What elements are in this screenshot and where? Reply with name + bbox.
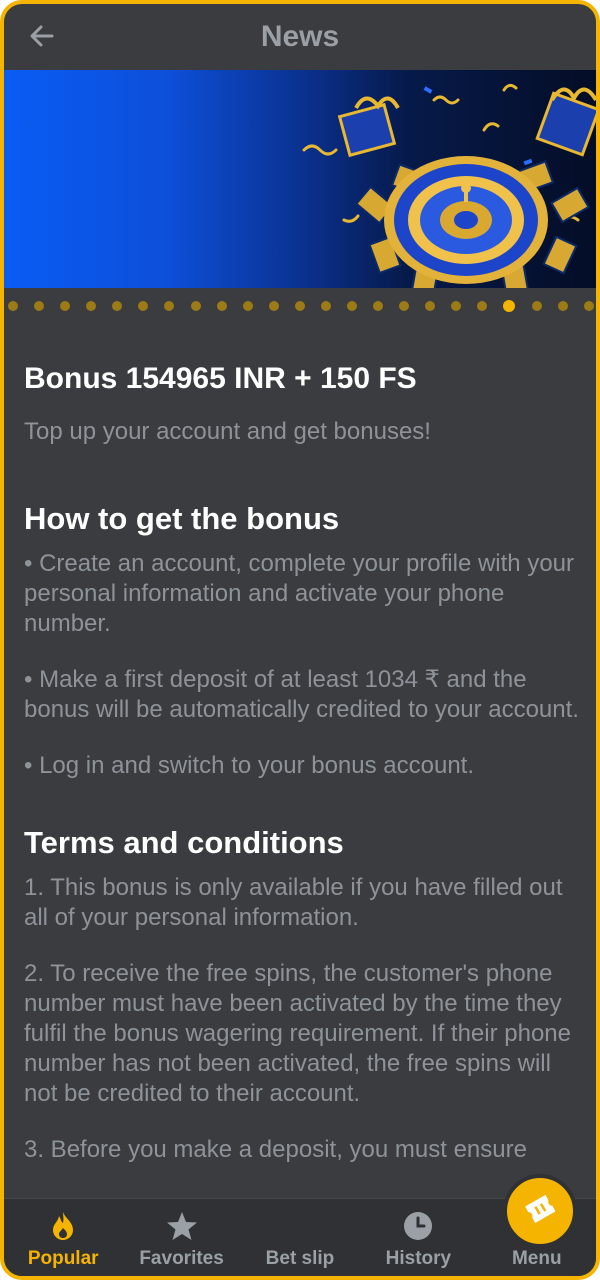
flame-icon bbox=[53, 1212, 74, 1240]
roulette-illustration bbox=[302, 83, 596, 288]
carousel-indicator[interactable] bbox=[4, 296, 596, 316]
ticket-icon bbox=[525, 1194, 556, 1224]
carousel-dot[interactable] bbox=[164, 301, 175, 311]
nav-popular[interactable]: Popular bbox=[4, 1210, 122, 1270]
article: Bonus 154965 INR + 150 FS Top up your ac… bbox=[24, 360, 579, 1165]
article-subtitle: Top up your account and get bonuses! bbox=[24, 417, 431, 445]
terms-item: 3. Before you make a deposit, you must e… bbox=[24, 1136, 527, 1164]
carousel-dot[interactable] bbox=[425, 301, 436, 311]
arrow-left-icon bbox=[30, 25, 54, 47]
nav-label: Bet slip bbox=[265, 1248, 335, 1269]
carousel-dot[interactable] bbox=[477, 301, 488, 311]
carousel-dot[interactable] bbox=[190, 301, 201, 311]
back-button[interactable] bbox=[22, 16, 62, 56]
carousel-dot[interactable] bbox=[503, 300, 516, 312]
nav-label: Menu bbox=[511, 1248, 562, 1269]
star-icon bbox=[166, 1212, 197, 1240]
nav-label: Favorites bbox=[139, 1248, 224, 1269]
clock-icon bbox=[404, 1212, 433, 1240]
carousel-dot[interactable] bbox=[347, 301, 358, 311]
bet-slip-button[interactable] bbox=[502, 1174, 577, 1248]
carousel-dot[interactable] bbox=[583, 301, 594, 311]
how-to-step: • Log in and switch to your bonus accoun… bbox=[24, 751, 475, 779]
article-title: Bonus 154965 INR + 150 FS bbox=[24, 362, 417, 395]
carousel-dot[interactable] bbox=[320, 301, 331, 311]
carousel-dot[interactable] bbox=[451, 301, 462, 311]
nav-history[interactable]: History bbox=[359, 1210, 477, 1270]
carousel-dot[interactable] bbox=[138, 301, 149, 311]
how-to-step: • Create an account, complete your profi… bbox=[24, 549, 575, 637]
carousel-dot[interactable] bbox=[294, 301, 305, 311]
nav-label: History bbox=[385, 1248, 452, 1269]
carousel-dot[interactable] bbox=[557, 301, 568, 311]
nav-favorites[interactable]: Favorites bbox=[123, 1210, 241, 1270]
carousel-dot[interactable] bbox=[373, 301, 384, 311]
nav-bet-slip[interactable]: Bet slip bbox=[241, 1174, 577, 1270]
carousel-dot[interactable] bbox=[242, 301, 253, 311]
bottom-nav: Popular Favorites Bet slip History Menu bbox=[4, 1174, 596, 1276]
nav-label: Popular bbox=[27, 1248, 99, 1269]
section-heading-how-to: How to get the bonus bbox=[24, 500, 340, 536]
carousel-dot[interactable] bbox=[34, 301, 45, 311]
carousel-dot[interactable] bbox=[268, 301, 279, 311]
app-frame: News Bonus 154965 INR + 150 FS Top up yo… bbox=[0, 0, 600, 1280]
carousel-dot[interactable] bbox=[216, 301, 227, 311]
terms-item: 2. To receive the free spins, the custom… bbox=[24, 960, 571, 1108]
header: News bbox=[4, 4, 596, 70]
carousel-dot[interactable] bbox=[531, 301, 542, 311]
carousel-dot[interactable] bbox=[112, 301, 123, 311]
section-heading-terms: Terms and conditions bbox=[24, 824, 344, 860]
carousel-dot[interactable] bbox=[60, 301, 71, 311]
terms-item: 1. This bonus is only available if you h… bbox=[24, 874, 563, 932]
promo-banner[interactable] bbox=[4, 70, 596, 288]
carousel-dot[interactable] bbox=[8, 301, 18, 311]
carousel-dot[interactable] bbox=[86, 301, 97, 311]
page-title: News bbox=[260, 20, 340, 53]
carousel-dot[interactable] bbox=[399, 301, 410, 311]
how-to-step: • Make a first deposit of at least 1034 … bbox=[24, 665, 579, 723]
